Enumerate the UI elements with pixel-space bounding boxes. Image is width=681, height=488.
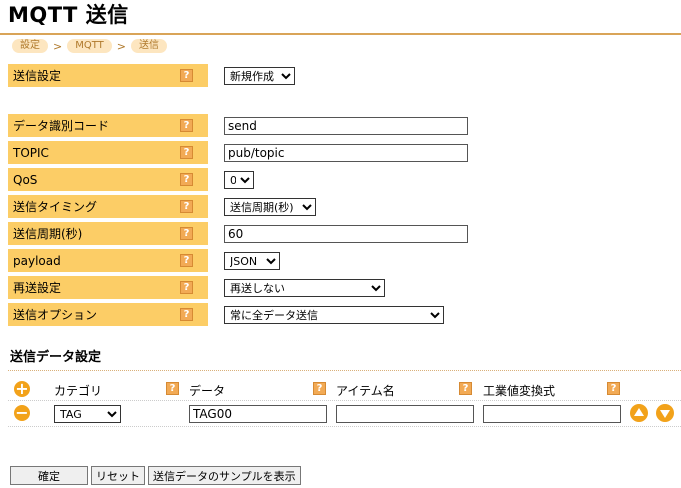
row-divider [8,426,681,427]
show-sample-button[interactable]: 送信データのサンプルを表示 [148,466,301,485]
help-icon[interactable]: ? [180,281,193,294]
conversion-input[interactable] [483,405,621,423]
help-icon[interactable]: ? [180,308,193,321]
send-option-label: 送信オプション [8,303,208,327]
footer-buttons: 確定 リセット 送信データのサンプルを表示 [10,466,301,486]
item-name-input[interactable] [336,405,474,423]
breadcrumb-separator: > [53,39,63,53]
help-icon[interactable]: ? [459,382,472,395]
page-title: MQTT 送信 [8,3,129,27]
help-icon[interactable]: ? [180,146,193,159]
row-divider [8,400,681,401]
send-period-input[interactable] [224,225,468,243]
section-title-send-data: 送信データ設定 [10,350,102,365]
add-row-icon[interactable]: + [14,381,30,397]
help-icon[interactable]: ? [607,382,620,395]
send-setting-label: 送信設定 [8,64,208,88]
move-up-icon[interactable] [630,404,648,422]
breadcrumb-item-settings[interactable]: 設定 [12,39,48,53]
send-setting-select[interactable]: 新規作成 [224,67,295,85]
send-timing-select[interactable]: 送信周期(秒) [224,198,316,216]
help-icon[interactable]: ? [313,382,326,395]
payload-label: payload [8,249,208,273]
column-header-conversion: 工業値変換式 [483,384,556,398]
topic-input[interactable] [224,144,468,162]
topic-label: TOPIC [8,141,208,165]
data-id-code-label: データ識別コード [8,114,208,138]
help-icon[interactable]: ? [180,254,193,267]
breadcrumb-separator: > [116,39,126,53]
help-icon[interactable]: ? [180,119,193,132]
send-data-table-header: + カテゴリ ? データ ? アイテム名 ? 工業値変換式 ? [8,380,681,400]
help-icon[interactable]: ? [166,382,179,395]
help-icon[interactable]: ? [180,200,193,213]
help-icon[interactable]: ? [180,227,193,240]
resend-setting-label: 再送設定 [8,276,208,300]
breadcrumb-item-mqtt[interactable]: MQTT [67,39,112,53]
reset-button[interactable]: リセット [91,466,145,485]
breadcrumb: 設定 > MQTT > 送信 [12,38,167,54]
resend-setting-select[interactable]: 再送しない [224,279,385,297]
section-divider [8,370,681,371]
payload-select[interactable]: JSON [224,252,280,270]
help-icon[interactable]: ? [180,69,193,82]
confirm-button[interactable]: 確定 [10,466,88,485]
qos-label: QoS [8,168,208,192]
category-select[interactable]: TAG [54,405,121,423]
title-divider [0,33,681,35]
data-id-code-input[interactable] [224,117,468,135]
remove-row-icon[interactable]: − [14,405,30,421]
column-header-category: カテゴリ [54,384,103,398]
breadcrumb-item-send[interactable]: 送信 [130,39,167,53]
column-header-item-name: アイテム名 [336,384,395,398]
send-period-label: 送信周期(秒) [8,222,208,246]
column-header-data: データ [189,384,226,398]
help-icon[interactable]: ? [180,173,193,186]
send-timing-label: 送信タイミング [8,195,208,219]
table-row: − TAG [8,403,681,425]
move-down-icon[interactable] [656,404,674,422]
data-input[interactable] [189,405,327,423]
qos-select[interactable]: 0 [224,171,254,189]
send-option-select[interactable]: 常に全データ送信 [224,306,444,324]
